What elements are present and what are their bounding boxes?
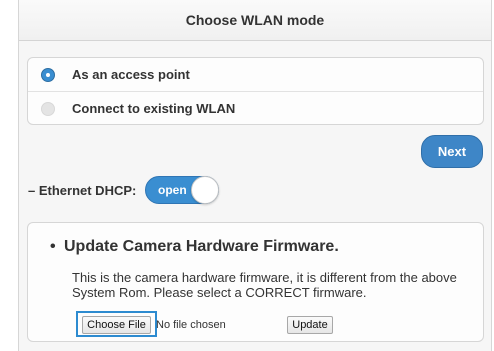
next-button[interactable]: Next: [421, 135, 483, 168]
ethernet-dhcp-label: – Ethernet DHCP:: [28, 183, 137, 198]
choose-file-button[interactable]: Choose File: [82, 316, 151, 334]
radio-option-label: As an access point: [72, 67, 190, 82]
radio-selected-icon[interactable]: [41, 67, 55, 82]
toggle-knob[interactable]: [191, 176, 219, 204]
firmware-update-section: • Update Camera Hardware Firmware. This …: [27, 222, 484, 342]
wlan-settings-panel: Choose WLAN mode As an access point Conn…: [18, 0, 492, 351]
radio-option-access-point[interactable]: As an access point: [28, 58, 483, 92]
page-title-text: Choose WLAN mode: [185, 12, 325, 28]
ethernet-dhcp-toggle[interactable]: open: [145, 176, 219, 204]
bullet-icon: •: [50, 238, 56, 255]
update-firmware-button[interactable]: Update: [287, 316, 333, 334]
file-chosen-status: No file chosen: [156, 319, 226, 331]
radio-unselected-icon[interactable]: [41, 101, 55, 116]
radio-option-label: Connect to existing WLAN: [72, 101, 236, 116]
firmware-section-title: Update Camera Hardware Firmware.: [64, 238, 339, 255]
radio-option-existing-wlan[interactable]: Connect to existing WLAN: [28, 92, 483, 124]
wlan-mode-radio-group: As an access point Connect to existing W…: [27, 57, 484, 125]
firmware-description: This is the camera hardware firmware, it…: [72, 270, 457, 300]
toggle-state-label: open: [158, 183, 187, 197]
page-title: Choose WLAN mode: [19, 0, 491, 41]
